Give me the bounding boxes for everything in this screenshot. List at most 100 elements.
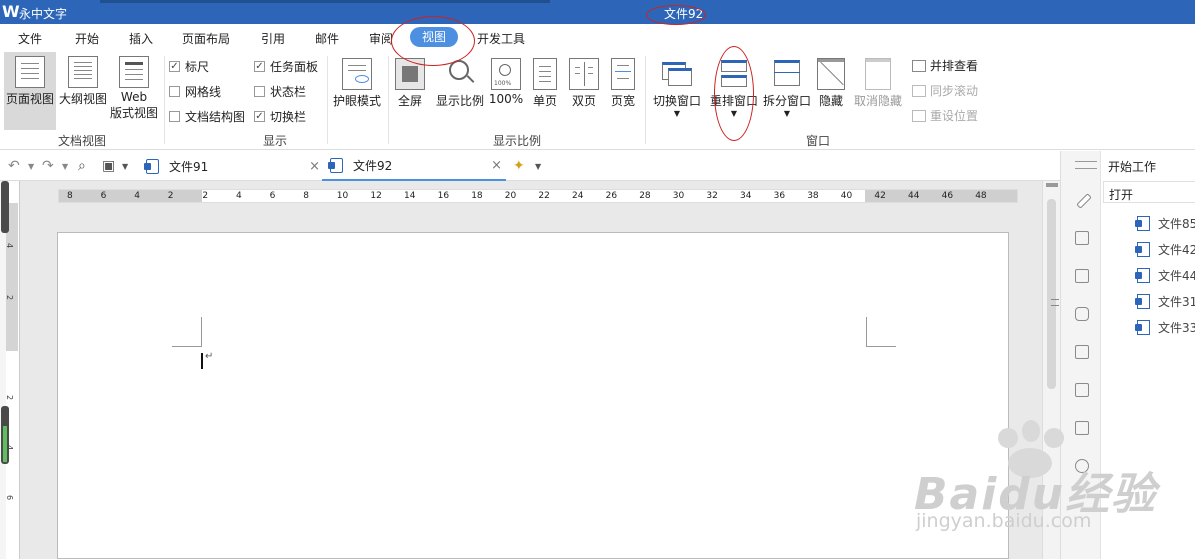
outline-view-icon bbox=[68, 56, 98, 88]
reset-position-button[interactable]: 重设位置 bbox=[912, 107, 978, 124]
checkbox-empty-icon bbox=[169, 111, 180, 122]
annotation-ellipse-arrange bbox=[714, 46, 754, 141]
recent-file-item[interactable]: 文件42 bbox=[1135, 241, 1195, 258]
document-icon bbox=[1135, 320, 1150, 335]
switch-bar-checkbox[interactable]: ✓ 切换栏 bbox=[254, 108, 306, 125]
switch-bar-label: 切换栏 bbox=[270, 110, 307, 124]
double-page-button[interactable]: 双页 bbox=[566, 52, 602, 130]
undo-dropdown-icon[interactable]: ▼ bbox=[28, 162, 34, 171]
ruler-label: 标尺 bbox=[185, 60, 210, 74]
ruler-number: 42 bbox=[874, 191, 886, 201]
recent-file-item[interactable]: 文件31 bbox=[1135, 293, 1195, 310]
doc-structure-checkbox[interactable]: 文档结构图 bbox=[169, 108, 245, 125]
ruler-margin-left bbox=[59, 190, 202, 202]
switch-window-button[interactable]: 切换窗口 ▼ bbox=[650, 52, 704, 130]
pen-icon[interactable] bbox=[1076, 193, 1092, 209]
customize-dropdown-icon[interactable]: ▼ bbox=[122, 162, 128, 171]
redo-dropdown-icon[interactable]: ▼ bbox=[62, 162, 68, 171]
task-pane-checkbox[interactable]: ✓ 任务面板 bbox=[254, 58, 318, 75]
menu-insert[interactable]: 插入 bbox=[129, 30, 153, 47]
undo-icon[interactable]: ↶ bbox=[8, 158, 20, 174]
ruler-number: 6 bbox=[5, 494, 15, 501]
ruler-number: 10 bbox=[336, 191, 349, 201]
tab-document-91[interactable]: 文件91 × bbox=[144, 151, 320, 181]
sync-scroll-button[interactable]: 同步滚动 bbox=[912, 82, 978, 99]
menu-mailings[interactable]: 邮件 bbox=[315, 30, 339, 47]
sync-scroll-icon bbox=[912, 84, 926, 97]
lock-icon[interactable] bbox=[1075, 307, 1089, 321]
gridlines-label: 网格线 bbox=[185, 85, 222, 99]
settings-sliders-icon[interactable] bbox=[1075, 231, 1089, 245]
zoom-ratio-label: 显示比例 bbox=[435, 94, 484, 108]
eye-mode-label: 护眼模式 bbox=[332, 94, 381, 108]
drag-handle[interactable] bbox=[1, 181, 9, 233]
single-page-button[interactable]: 单页 bbox=[528, 52, 562, 130]
eye-mode-button[interactable]: 护眼模式 bbox=[330, 52, 384, 130]
checkbox-empty-icon bbox=[254, 86, 265, 97]
outline-view-button[interactable]: 大纲视图 bbox=[57, 52, 109, 130]
ruler-number: 38 bbox=[807, 191, 819, 201]
new-dropdown-icon[interactable]: ▼ bbox=[535, 162, 541, 171]
document-page[interactable]: ↵ bbox=[57, 232, 1009, 559]
recent-file-item[interactable]: 文件85 bbox=[1135, 215, 1195, 232]
unhide-window-button[interactable]: 取消隐藏 bbox=[851, 52, 905, 130]
ruler-checkbox[interactable]: ✓ 标尺 bbox=[169, 58, 209, 75]
menu-page-layout[interactable]: 页面布局 bbox=[182, 30, 230, 47]
ruler-number: 6 bbox=[100, 191, 107, 201]
menu-home[interactable]: 开始 bbox=[75, 30, 99, 47]
tab-document-92[interactable]: 文件92 × bbox=[322, 151, 506, 181]
new-document-icon[interactable]: ✦ bbox=[513, 158, 525, 174]
close-icon[interactable]: × bbox=[491, 158, 502, 173]
horizontal-ruler[interactable]: 8 6 4 2 2 4 6 8 10 12 14 16 18 20 22 24 26 28 30 32 34 36 38 40… bbox=[58, 189, 1018, 203]
reset-position-label: 重设位置 bbox=[930, 109, 979, 123]
clipboard-icon[interactable] bbox=[1075, 345, 1089, 359]
split-window-button[interactable]: 拆分窗口 ▼ bbox=[760, 52, 814, 130]
single-page-icon bbox=[533, 58, 557, 90]
open-button[interactable]: 打开 bbox=[1103, 181, 1195, 203]
sync-scroll-label: 同步滚动 bbox=[930, 84, 979, 98]
menu-developer[interactable]: 开发工具 bbox=[477, 30, 525, 47]
separator bbox=[327, 56, 328, 144]
menu-icon[interactable] bbox=[1075, 161, 1097, 169]
recent-file-item[interactable]: 文件33 bbox=[1135, 319, 1195, 336]
check-icon: ✓ bbox=[169, 61, 180, 72]
gridlines-checkbox[interactable]: 网格线 bbox=[169, 83, 221, 100]
dropdown-arrow-icon: ▼ bbox=[673, 109, 681, 118]
recent-file-label: 文件85 bbox=[1158, 217, 1195, 231]
ruler-number: 20 bbox=[504, 191, 517, 201]
page-view-button[interactable]: 页面视图 bbox=[4, 52, 56, 130]
tab-label: 文件91 bbox=[169, 159, 209, 174]
web-view-label-2: 版式视图 bbox=[109, 106, 158, 120]
vertical-ruler[interactable]: 4 2 2 4 6 bbox=[0, 181, 20, 559]
web-view-button[interactable]: Web 版式视图 bbox=[108, 52, 160, 130]
ruler-number: 32 bbox=[706, 191, 718, 201]
structure-icon[interactable] bbox=[1075, 269, 1089, 283]
ruler-number: 24 bbox=[572, 191, 584, 201]
menu-review[interactable]: 审阅 bbox=[369, 30, 393, 47]
status-bar-checkbox[interactable]: 状态栏 bbox=[254, 83, 306, 100]
menu-references[interactable]: 引用 bbox=[261, 30, 285, 47]
menu-bar: 文件 开始 插入 页面布局 引用 邮件 审阅 视图 开发工具 bbox=[0, 24, 1195, 50]
side-by-side-button[interactable]: 并排查看 bbox=[912, 57, 978, 74]
ruler-number: 30 bbox=[672, 191, 685, 201]
hide-window-button[interactable]: 隐藏 bbox=[814, 52, 848, 130]
zoom-100-button[interactable]: 100% 100% bbox=[488, 52, 524, 130]
print-preview-icon[interactable]: ⌕ bbox=[78, 158, 86, 174]
redo-icon[interactable]: ↷ bbox=[42, 158, 54, 174]
document-tabs-bar: ↶ ▼ ↷ ▼ ⌕ ▣ ▼ 文件91 × 文件92 × ✦ ▼ bbox=[0, 151, 1060, 181]
scroll-thumb[interactable] bbox=[1047, 199, 1059, 389]
menu-file[interactable]: 文件 bbox=[18, 30, 42, 47]
grip-icon bbox=[1051, 299, 1059, 306]
recent-file-item[interactable]: 文件44 bbox=[1135, 267, 1195, 284]
show-group-label: 显示 bbox=[263, 134, 288, 148]
app-name: 永中文字 bbox=[19, 7, 68, 21]
drag-handle-green[interactable] bbox=[1, 406, 9, 464]
ruler-number: 6 bbox=[269, 191, 276, 201]
close-icon[interactable]: × bbox=[309, 159, 320, 174]
page-width-button[interactable]: 页宽 bbox=[606, 52, 640, 130]
save-icon[interactable]: ▣ bbox=[102, 158, 115, 174]
copy-icon[interactable] bbox=[1075, 383, 1089, 397]
document-icon bbox=[1135, 268, 1150, 283]
ruler-number: 26 bbox=[605, 191, 618, 201]
title-bar: W 永中文字 文件92 bbox=[0, 0, 1195, 24]
